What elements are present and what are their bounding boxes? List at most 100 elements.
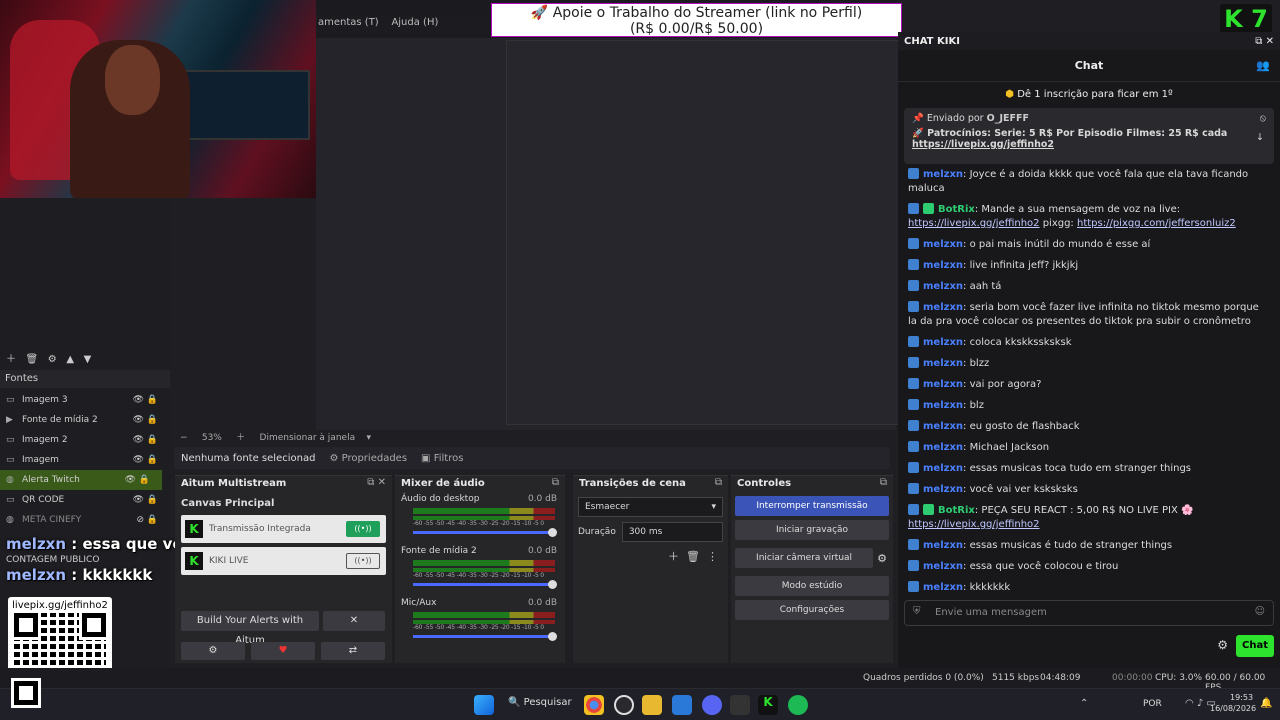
users-icon[interactable]: 👥 (1256, 50, 1270, 82)
sync-icon[interactable]: ⇄ (321, 642, 385, 660)
chat-send-button[interactable]: Chat (1236, 635, 1274, 657)
no-source-label: Nenhuma fonte selecionad (181, 452, 316, 464)
chat-link[interactable]: https://livepix.gg/jeffinho2 (908, 519, 1040, 530)
donation-banner: 🚀 Apoie o Trabalho do Streamer (link no … (491, 3, 902, 37)
lock-icon[interactable]: 🔒 (147, 415, 158, 425)
chevron-down-icon[interactable]: ▾ (367, 433, 372, 443)
gear-icon[interactable]: ⚙ (1217, 638, 1228, 652)
close-icon[interactable]: ⧉ ✕ (367, 477, 386, 488)
stream-toggle-button[interactable]: ((•)) (346, 553, 380, 569)
unpin-icon[interactable]: ⦸ (1260, 113, 1266, 124)
lock-icon[interactable]: 🔒 (147, 495, 158, 505)
gear-icon[interactable]: ⚙ (181, 642, 245, 660)
eye-icon[interactable]: 👁 (133, 415, 144, 425)
menu-item-tools[interactable]: amentas (T) (318, 17, 379, 28)
chrome-icon[interactable] (584, 695, 604, 715)
zoom-out-icon[interactable]: − (180, 433, 188, 443)
down-icon[interactable]: ▼ (84, 354, 92, 365)
lock-icon[interactable]: 🔒 (139, 475, 150, 485)
source-item[interactable]: ◍ META CINEFY ⊘ 🔒 (0, 510, 170, 530)
clock-date: 16/08/2026 (1210, 704, 1257, 713)
start-virtual-cam-button[interactable]: Iniciar câmera virtual (735, 548, 874, 568)
lock-icon[interactable]: 🔒 (147, 395, 158, 405)
chat-message: melzxn: essas musicas toca tudo em stran… (908, 462, 1270, 476)
notification-icon[interactable]: 🔔 (1260, 698, 1272, 709)
studio-mode-button[interactable]: Modo estúdio (735, 576, 889, 596)
kiki-icon: K (185, 552, 203, 570)
emoji-icon[interactable]: ☺ (1255, 606, 1265, 617)
windows-start-icon[interactable] (474, 695, 494, 715)
shield-icon[interactable]: ⛨ (913, 606, 921, 617)
source-item[interactable]: ▭ QR CODE 👁 🔒 (0, 490, 170, 510)
chat-link[interactable]: https://pixgg.com/jeffersonluiz2 (1077, 218, 1236, 229)
audio-icon[interactable] (730, 695, 750, 715)
discord-icon[interactable] (702, 695, 722, 715)
chevron-up-icon[interactable]: ⌃ (1080, 698, 1088, 709)
taskbar-search[interactable]: 🔍 Pesquisar (508, 697, 572, 708)
chat-link[interactable]: https://livepix.gg/jeffinho2 (908, 218, 1040, 229)
volume-meter (413, 612, 555, 618)
heart-icon[interactable]: ♥ (251, 642, 315, 660)
trash-icon[interactable]: 🗑 (26, 354, 39, 365)
source-label: Alerta Twitch (22, 475, 80, 485)
lock-icon[interactable]: 🔒 (147, 515, 158, 525)
close-icon[interactable]: ⧉ ✕ (1255, 36, 1274, 47)
store-icon[interactable] (672, 695, 692, 715)
more-icon[interactable]: ⋮ (707, 550, 718, 563)
volume-slider[interactable] (413, 580, 557, 589)
eye-icon[interactable]: 👁 (133, 455, 144, 465)
settings-button[interactable]: Configurações (735, 600, 889, 620)
popout-icon[interactable]: ⧉ (880, 477, 887, 488)
eye-slash-icon[interactable]: ⊘ (136, 515, 144, 525)
source-item-selected[interactable]: ◍ Alerta Twitch 👁 🔒 (0, 470, 162, 490)
stop-stream-button[interactable]: Interromper transmissão (735, 496, 889, 516)
up-icon[interactable]: ▲ (66, 354, 74, 365)
duration-input[interactable]: 300 ms (621, 522, 723, 542)
source-item[interactable]: ▭ Imagem 👁 🔒 (0, 450, 170, 470)
gear-icon[interactable]: ⚙ (877, 552, 887, 565)
add-icon[interactable]: ＋ (668, 550, 679, 563)
trash-icon[interactable]: 🗑 (686, 550, 700, 563)
close-build-button[interactable]: ✕ (323, 611, 385, 631)
chat-input[interactable]: ⛨ Envie uma mensagem ☺ (904, 600, 1274, 626)
transition-select[interactable]: Esmaecer ▾ (578, 497, 723, 517)
lock-icon[interactable]: 🔒 (147, 435, 158, 445)
filters-button[interactable]: ▣ Filtros (421, 453, 463, 464)
chat-title: Chat 👥 (898, 50, 1280, 82)
zoom-mode-select[interactable]: Dimensionar à janela (260, 433, 356, 443)
volume-slider[interactable] (413, 528, 557, 537)
pinned-link[interactable]: https://livepix.gg/jeffinho2 (912, 139, 1266, 150)
properties-button[interactable]: ⚙ Propriedades (329, 453, 407, 464)
lock-icon[interactable]: 🔒 (147, 455, 158, 465)
eye-icon[interactable]: 👁 (125, 475, 136, 485)
mixer-channel: Mic/Aux 0.0 dB -60 -55 -50 -45 -40 -35 -3… (395, 596, 565, 648)
spotify-icon[interactable] (788, 695, 808, 715)
build-alerts-button[interactable]: Build Your Alerts with Aitum (181, 611, 319, 646)
stream-toggle-button[interactable]: ((•)) (346, 521, 380, 537)
menu-item-help[interactable]: Ajuda (H) (391, 17, 438, 28)
gear-icon[interactable]: ⚙ (48, 354, 57, 365)
popout-icon[interactable]: ⧉ (715, 477, 722, 488)
volume-slider[interactable] (413, 632, 557, 641)
eye-icon[interactable]: 👁 (133, 395, 144, 405)
hype-banner[interactable]: ⬢ Dê 1 inscrição para ficar em 1º (898, 82, 1280, 108)
kiki-icon[interactable]: K (758, 695, 778, 715)
eye-icon[interactable]: 👁 (133, 435, 144, 445)
folder-icon[interactable] (642, 695, 662, 715)
pinned-user: O_JEFFF (986, 113, 1029, 124)
eye-icon[interactable]: 👁 (133, 495, 144, 505)
start-recording-button[interactable]: Iniciar gravação (735, 520, 889, 540)
obs-icon[interactable] (614, 695, 634, 715)
source-item[interactable]: ▭ Imagem 3 👁 🔒 (0, 390, 170, 410)
add-icon[interactable]: ＋ (6, 354, 16, 365)
stream-time: 04:48:09 (1040, 673, 1081, 683)
popout-icon[interactable]: ⧉ (552, 477, 559, 488)
source-item[interactable]: ▭ Imagem 2 👁 🔒 (0, 430, 170, 450)
zoom-in-icon[interactable]: ＋ (236, 433, 245, 443)
clock[interactable]: 19:53 (1230, 693, 1253, 702)
language-indicator[interactable]: POR (1143, 699, 1162, 709)
arrow-down-icon[interactable]: ↓ (1256, 132, 1264, 143)
sources-title: Fontes (5, 373, 39, 384)
chat-message: melzxn: blzz (908, 357, 1270, 371)
source-item[interactable]: ▶ Fonte de mídia 2 👁 🔒 (0, 410, 170, 430)
